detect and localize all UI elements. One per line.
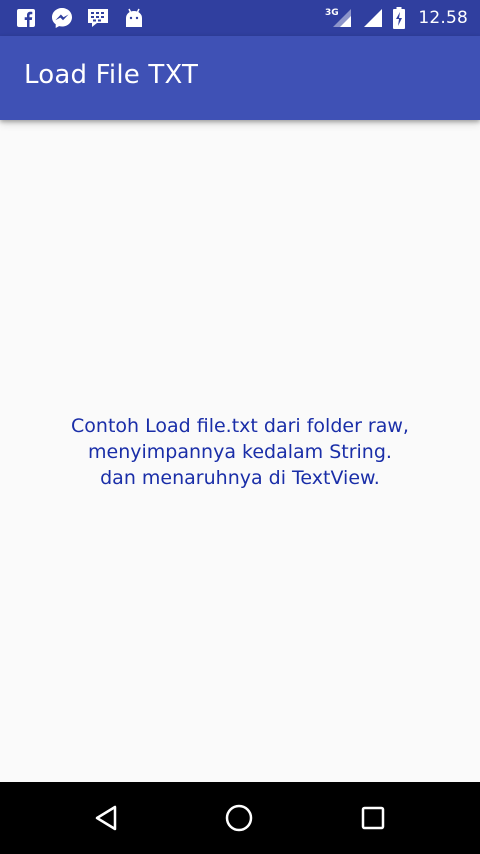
text-line: dan menaruhnya di TextView. (100, 467, 380, 489)
recents-icon (361, 806, 385, 830)
loaded-text-view: Contoh Load file.txt dari folder raw, me… (0, 413, 480, 491)
notification-icons (14, 6, 146, 30)
mobile-signal-icon: 3G (324, 6, 354, 30)
back-icon (95, 805, 117, 831)
back-button[interactable] (89, 800, 125, 836)
recents-button[interactable] (355, 800, 391, 836)
system-icons: 3G 12.58 (324, 5, 468, 31)
app-toolbar: Load File TXT (0, 36, 480, 120)
android-icon (122, 6, 146, 30)
facebook-icon (14, 6, 38, 30)
messenger-icon (50, 6, 74, 30)
home-icon (225, 804, 253, 832)
toolbar-title: Load File TXT (24, 60, 199, 90)
text-line: Contoh Load file.txt dari folder raw, (71, 415, 409, 437)
bbm-icon (86, 6, 110, 30)
svg-text:3G: 3G (325, 8, 339, 18)
wifi-signal-icon (360, 6, 384, 30)
status-bar: 3G 12.58 (0, 0, 480, 36)
main-content: Contoh Load file.txt dari folder raw, me… (0, 120, 480, 782)
status-clock: 12.58 (418, 8, 468, 28)
phone-screen: 3G 12.58 Load File TXT Contoh Load file.… (0, 0, 480, 854)
text-line: menyimpannya kedalam String. (88, 441, 392, 463)
home-button[interactable] (221, 800, 257, 836)
navigation-bar (0, 782, 480, 854)
battery-charging-icon (390, 6, 408, 30)
